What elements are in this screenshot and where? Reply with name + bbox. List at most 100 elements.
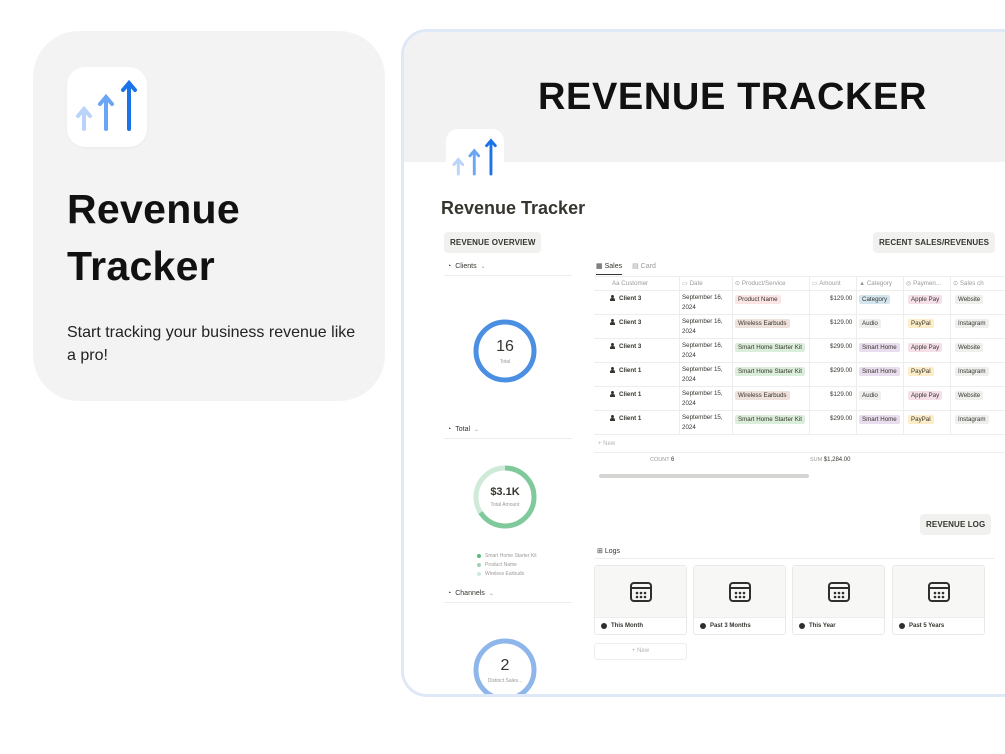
table-row[interactable]: Client 3 September 16, 2024 Smart Home S…: [594, 339, 1005, 363]
product-tag: Smart Home Starter Kit: [735, 343, 805, 352]
clients-label: Clients: [455, 263, 477, 270]
tab-sales[interactable]: ▦ Sales: [596, 262, 623, 275]
circle-icon: [799, 623, 805, 629]
revenue-log-button[interactable]: REVENUE LOG: [920, 514, 992, 535]
promo-card: Revenue Tracker Start tracking your busi…: [33, 31, 385, 401]
gallery-icon: ⊞: [597, 548, 603, 555]
legend-item: Smart Home Starter Kit: [477, 552, 537, 561]
add-row-button[interactable]: + New: [598, 441, 615, 447]
table-row[interactable]: Client 1 September 15, 2024 Wireless Ear…: [594, 387, 1005, 411]
column-header[interactable]: Aa Customer: [612, 280, 648, 287]
table-row[interactable]: Client 3 September 16, 2024 Product Name…: [594, 291, 1005, 315]
revenue-overview-button[interactable]: REVENUE OVERVIEW: [444, 232, 542, 253]
channel-tag: Website: [955, 391, 984, 400]
legend-item: Wireless Earbuds: [477, 570, 537, 579]
payment-tag: Apple Pay: [908, 391, 943, 400]
column-header[interactable]: ▭ Date: [682, 280, 703, 287]
category-tag: Smart Home: [859, 367, 900, 376]
category-tag: Category: [859, 295, 891, 304]
total-donut: $3.1K Total Amount: [472, 464, 538, 530]
gallery-icon: ▤: [632, 263, 639, 270]
banner-title: REVENUE TRACKER: [538, 76, 928, 118]
count-calculation[interactable]: COUNT 6: [650, 457, 674, 463]
rising-arrows-icon: [67, 67, 147, 147]
payment-tag: PayPal: [908, 319, 934, 328]
channels-value: 2: [500, 657, 510, 674]
table-row[interactable]: Client 3 September 16, 2024 Wireless Ear…: [594, 315, 1005, 339]
total-value: $3.1K: [490, 486, 520, 498]
divider: [594, 452, 1005, 453]
column-header[interactable]: ◎ Paymen...: [906, 280, 941, 287]
horizontal-scrollbar[interactable]: [599, 474, 809, 478]
promo-subtitle: Start tracking your business revenue lik…: [67, 324, 356, 364]
total-legend: Smart Home Starter Kit Product Name Wire…: [477, 552, 537, 579]
payment-tag: PayPal: [908, 367, 934, 376]
channels-chart-header[interactable]: ◔ Channels ⌄: [447, 590, 494, 597]
column-header[interactable]: ▲ Category: [859, 280, 892, 287]
clients-chart-header[interactable]: ◔ Clients ⌄: [447, 263, 486, 270]
legend-item: Product Name: [477, 561, 537, 570]
person-icon: [610, 319, 615, 325]
category-tag: Audio: [859, 391, 881, 400]
log-card-past-3-months[interactable]: Past 3 Months: [693, 565, 786, 635]
log-card-this-year[interactable]: This Year: [792, 565, 885, 635]
chart-icon: ◔: [447, 590, 452, 597]
recent-sales-button[interactable]: RECENT SALES/REVENUES: [873, 232, 996, 253]
calendar-icon: [729, 582, 751, 602]
person-icon: [610, 391, 615, 397]
chart-icon: ◔: [447, 263, 452, 270]
divider: [444, 602, 572, 603]
channel-tag: Instagram: [955, 319, 989, 328]
total-label: Total: [455, 426, 471, 433]
clients-value: 16: [496, 338, 514, 355]
channel-tag: Website: [955, 295, 984, 304]
circle-icon: [700, 623, 706, 629]
page-title: Revenue Tracker: [441, 198, 586, 218]
product-tag: Wireless Earbuds: [735, 391, 790, 400]
chevron-down-icon: ⌄: [488, 591, 494, 597]
circle-icon: [899, 623, 905, 629]
channels-donut: 2 Distinct Sales...: [472, 637, 538, 694]
table-row[interactable]: Client 1 September 15, 2024 Smart Home S…: [594, 363, 1005, 387]
sum-calculation[interactable]: SUM $1,284.00: [810, 457, 850, 463]
calendar-icon: [928, 582, 950, 602]
chart-icon: ◔: [447, 426, 452, 433]
tab-card[interactable]: ▤ Card: [632, 262, 656, 275]
product-tag: Wireless Earbuds: [735, 319, 790, 328]
page-rising-arrows-icon[interactable]: [446, 129, 504, 187]
divider: [444, 275, 572, 276]
payment-tag: Apple Pay: [908, 295, 943, 304]
channels-sub: Distinct Sales...: [487, 678, 523, 684]
column-header[interactable]: ⊙ Product/Service: [735, 280, 786, 287]
person-icon: [610, 367, 615, 373]
column-header[interactable]: ▭ Amount: [812, 280, 841, 287]
promo-title-line1: Revenue: [67, 186, 241, 232]
logs-view-tab[interactable]: ⊞ Logs: [597, 547, 620, 555]
channel-tag: Website: [955, 343, 984, 352]
person-icon: [610, 295, 615, 301]
chevron-down-icon: ⌄: [480, 264, 486, 270]
payment-tag: PayPal: [908, 415, 934, 424]
person-icon: [610, 343, 615, 349]
total-sub: Total Amount: [490, 502, 520, 508]
log-card-past-5-years[interactable]: Past 5 Years: [892, 565, 985, 635]
product-tag: Smart Home Starter Kit: [735, 367, 805, 376]
channels-label: Channels: [455, 590, 485, 597]
clients-sub: Total: [499, 359, 511, 365]
payment-tag: Apple Pay: [908, 343, 943, 352]
total-chart-header[interactable]: ◔ Total ⌄: [447, 426, 479, 433]
log-card-this-month[interactable]: This Month: [594, 565, 687, 635]
product-tag: Smart Home Starter Kit: [735, 415, 805, 424]
product-tag: Product Name: [735, 295, 781, 304]
category-tag: Smart Home: [859, 343, 900, 352]
divider: [594, 558, 994, 559]
channel-tag: Instagram: [955, 415, 989, 424]
person-icon: [610, 415, 615, 421]
column-header[interactable]: ⊙ Sales ch: [953, 280, 984, 287]
notion-page-preview: REVENUE TRACKER Revenue Tracker REVENUE …: [401, 29, 1005, 697]
add-card-button[interactable]: + New: [594, 643, 687, 660]
circle-icon: [601, 623, 607, 629]
clients-donut: 16 Total: [472, 318, 538, 384]
promo-title: Revenue Tracker: [67, 181, 240, 295]
table-row[interactable]: Client 1 September 15, 2024 Smart Home S…: [594, 411, 1005, 435]
